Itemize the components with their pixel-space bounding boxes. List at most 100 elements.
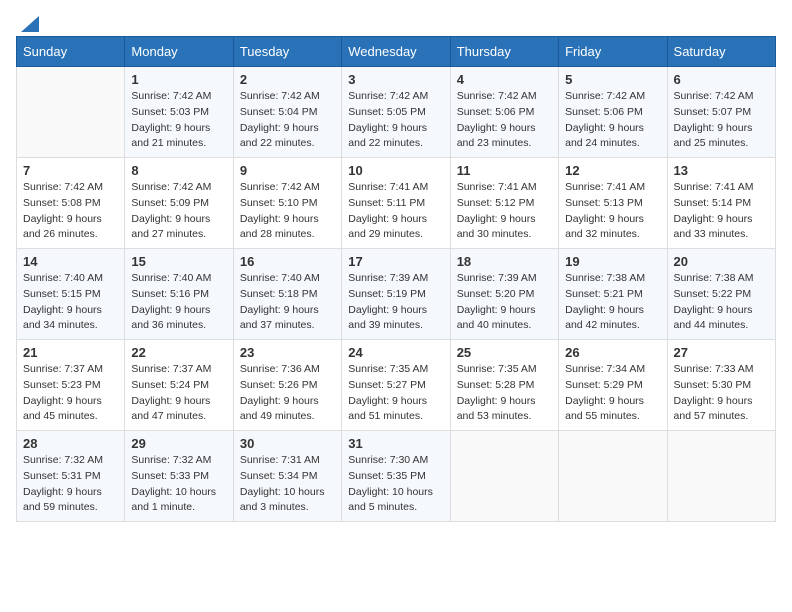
day-sunset: Sunset: 5:06 PM <box>457 106 535 118</box>
day-sunrise: Sunrise: 7:42 AM <box>23 181 103 193</box>
calendar-cell: 15 Sunrise: 7:40 AM Sunset: 5:16 PM Dayl… <box>125 249 233 340</box>
day-sunrise: Sunrise: 7:41 AM <box>457 181 537 193</box>
day-daylight: Daylight: 9 hours and 57 minutes. <box>674 395 753 423</box>
day-sunset: Sunset: 5:09 PM <box>131 197 209 209</box>
day-sunset: Sunset: 5:23 PM <box>23 379 101 391</box>
day-sunset: Sunset: 5:10 PM <box>240 197 318 209</box>
day-number: 21 <box>23 345 118 360</box>
day-number: 9 <box>240 163 335 178</box>
calendar-cell: 19 Sunrise: 7:38 AM Sunset: 5:21 PM Dayl… <box>559 249 667 340</box>
day-sunrise: Sunrise: 7:35 AM <box>457 363 537 375</box>
day-daylight: Daylight: 9 hours and 22 minutes. <box>348 122 427 150</box>
day-daylight: Daylight: 9 hours and 44 minutes. <box>674 304 753 332</box>
calendar-week-4: 21 Sunrise: 7:37 AM Sunset: 5:23 PM Dayl… <box>17 340 776 431</box>
day-daylight: Daylight: 9 hours and 24 minutes. <box>565 122 644 150</box>
day-sunrise: Sunrise: 7:38 AM <box>565 272 645 284</box>
header-tuesday: Tuesday <box>233 37 341 67</box>
day-number: 12 <box>565 163 660 178</box>
calendar-cell <box>559 431 667 522</box>
day-number: 28 <box>23 436 118 451</box>
day-sunset: Sunset: 5:26 PM <box>240 379 318 391</box>
calendar-week-5: 28 Sunrise: 7:32 AM Sunset: 5:31 PM Dayl… <box>17 431 776 522</box>
day-daylight: Daylight: 9 hours and 29 minutes. <box>348 213 427 241</box>
day-sunrise: Sunrise: 7:34 AM <box>565 363 645 375</box>
day-daylight: Daylight: 9 hours and 37 minutes. <box>240 304 319 332</box>
calendar-cell: 14 Sunrise: 7:40 AM Sunset: 5:15 PM Dayl… <box>17 249 125 340</box>
day-sunrise: Sunrise: 7:42 AM <box>457 90 537 102</box>
day-sunset: Sunset: 5:18 PM <box>240 288 318 300</box>
calendar-cell: 20 Sunrise: 7:38 AM Sunset: 5:22 PM Dayl… <box>667 249 775 340</box>
day-sunrise: Sunrise: 7:35 AM <box>348 363 428 375</box>
day-sunset: Sunset: 5:13 PM <box>565 197 643 209</box>
header-saturday: Saturday <box>667 37 775 67</box>
day-sunset: Sunset: 5:28 PM <box>457 379 535 391</box>
calendar-cell: 16 Sunrise: 7:40 AM Sunset: 5:18 PM Dayl… <box>233 249 341 340</box>
day-daylight: Daylight: 9 hours and 39 minutes. <box>348 304 427 332</box>
day-number: 15 <box>131 254 226 269</box>
day-sunset: Sunset: 5:06 PM <box>565 106 643 118</box>
calendar-cell: 27 Sunrise: 7:33 AM Sunset: 5:30 PM Dayl… <box>667 340 775 431</box>
calendar-cell <box>17 67 125 158</box>
day-number: 4 <box>457 72 552 87</box>
header-friday: Friday <box>559 37 667 67</box>
calendar-cell: 22 Sunrise: 7:37 AM Sunset: 5:24 PM Dayl… <box>125 340 233 431</box>
calendar-cell: 7 Sunrise: 7:42 AM Sunset: 5:08 PM Dayli… <box>17 158 125 249</box>
day-number: 17 <box>348 254 443 269</box>
calendar-cell: 18 Sunrise: 7:39 AM Sunset: 5:20 PM Dayl… <box>450 249 558 340</box>
day-sunset: Sunset: 5:35 PM <box>348 470 426 482</box>
day-number: 16 <box>240 254 335 269</box>
calendar-cell: 21 Sunrise: 7:37 AM Sunset: 5:23 PM Dayl… <box>17 340 125 431</box>
day-number: 23 <box>240 345 335 360</box>
calendar-cell: 8 Sunrise: 7:42 AM Sunset: 5:09 PM Dayli… <box>125 158 233 249</box>
day-number: 30 <box>240 436 335 451</box>
calendar-week-1: 1 Sunrise: 7:42 AM Sunset: 5:03 PM Dayli… <box>17 67 776 158</box>
day-sunrise: Sunrise: 7:42 AM <box>348 90 428 102</box>
calendar-cell: 26 Sunrise: 7:34 AM Sunset: 5:29 PM Dayl… <box>559 340 667 431</box>
header-monday: Monday <box>125 37 233 67</box>
day-daylight: Daylight: 9 hours and 36 minutes. <box>131 304 210 332</box>
calendar-cell: 25 Sunrise: 7:35 AM Sunset: 5:28 PM Dayl… <box>450 340 558 431</box>
day-sunset: Sunset: 5:22 PM <box>674 288 752 300</box>
day-sunset: Sunset: 5:15 PM <box>23 288 101 300</box>
day-sunset: Sunset: 5:34 PM <box>240 470 318 482</box>
day-sunset: Sunset: 5:24 PM <box>131 379 209 391</box>
day-sunrise: Sunrise: 7:41 AM <box>674 181 754 193</box>
day-daylight: Daylight: 9 hours and 45 minutes. <box>23 395 102 423</box>
day-sunset: Sunset: 5:27 PM <box>348 379 426 391</box>
day-sunset: Sunset: 5:20 PM <box>457 288 535 300</box>
calendar-cell: 17 Sunrise: 7:39 AM Sunset: 5:19 PM Dayl… <box>342 249 450 340</box>
day-sunset: Sunset: 5:04 PM <box>240 106 318 118</box>
day-sunrise: Sunrise: 7:37 AM <box>131 363 211 375</box>
day-sunset: Sunset: 5:30 PM <box>674 379 752 391</box>
calendar-cell <box>450 431 558 522</box>
calendar-cell: 5 Sunrise: 7:42 AM Sunset: 5:06 PM Dayli… <box>559 67 667 158</box>
day-number: 18 <box>457 254 552 269</box>
day-sunrise: Sunrise: 7:32 AM <box>23 454 103 466</box>
calendar-cell: 10 Sunrise: 7:41 AM Sunset: 5:11 PM Dayl… <box>342 158 450 249</box>
day-number: 22 <box>131 345 226 360</box>
day-daylight: Daylight: 9 hours and 53 minutes. <box>457 395 536 423</box>
day-sunrise: Sunrise: 7:42 AM <box>674 90 754 102</box>
logo <box>16 16 40 28</box>
logo-icon <box>17 16 39 32</box>
day-sunrise: Sunrise: 7:40 AM <box>131 272 211 284</box>
day-number: 8 <box>131 163 226 178</box>
day-daylight: Daylight: 9 hours and 42 minutes. <box>565 304 644 332</box>
day-number: 19 <box>565 254 660 269</box>
header-wednesday: Wednesday <box>342 37 450 67</box>
day-daylight: Daylight: 10 hours and 3 minutes. <box>240 486 325 514</box>
day-sunset: Sunset: 5:14 PM <box>674 197 752 209</box>
day-number: 24 <box>348 345 443 360</box>
day-daylight: Daylight: 9 hours and 47 minutes. <box>131 395 210 423</box>
calendar-cell: 12 Sunrise: 7:41 AM Sunset: 5:13 PM Dayl… <box>559 158 667 249</box>
day-daylight: Daylight: 9 hours and 55 minutes. <box>565 395 644 423</box>
day-sunset: Sunset: 5:07 PM <box>674 106 752 118</box>
day-sunrise: Sunrise: 7:33 AM <box>674 363 754 375</box>
day-daylight: Daylight: 9 hours and 23 minutes. <box>457 122 536 150</box>
day-number: 3 <box>348 72 443 87</box>
calendar-cell: 3 Sunrise: 7:42 AM Sunset: 5:05 PM Dayli… <box>342 67 450 158</box>
day-sunset: Sunset: 5:11 PM <box>348 197 425 209</box>
day-sunrise: Sunrise: 7:42 AM <box>565 90 645 102</box>
day-sunset: Sunset: 5:31 PM <box>23 470 101 482</box>
day-daylight: Daylight: 9 hours and 21 minutes. <box>131 122 210 150</box>
